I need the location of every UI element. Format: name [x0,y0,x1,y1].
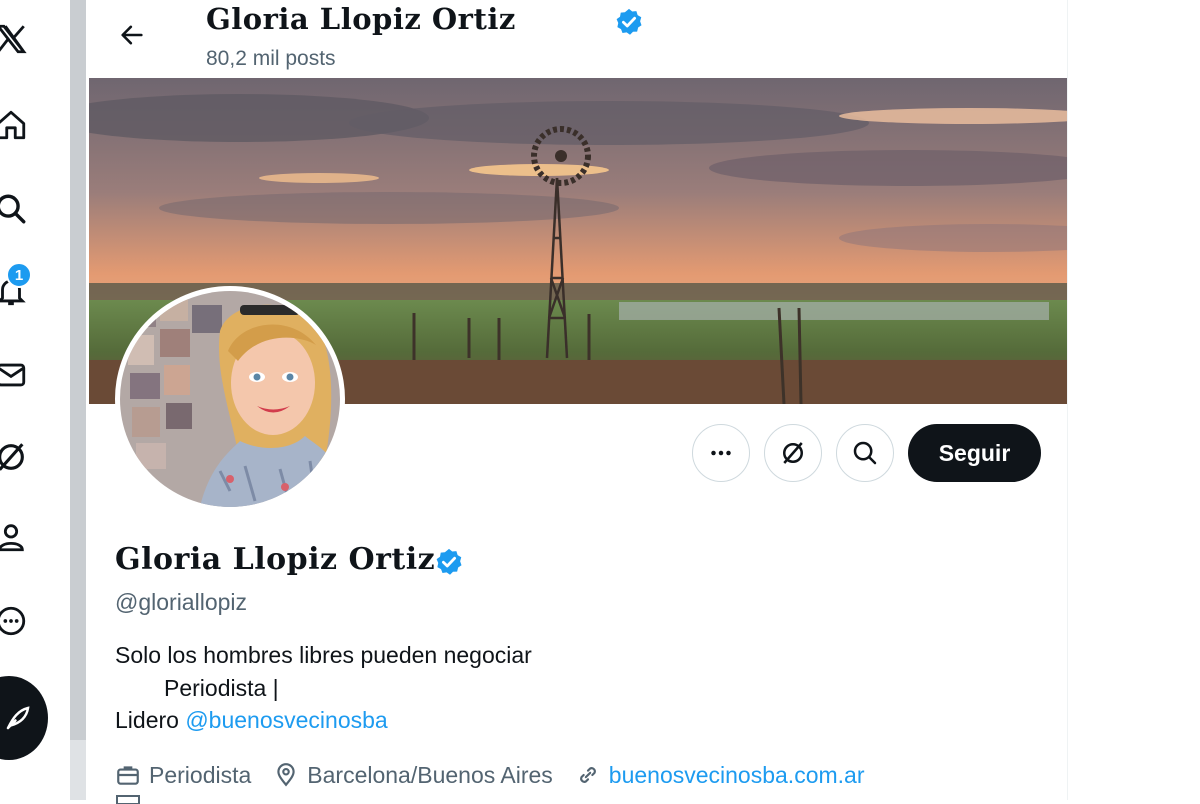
bio-line: Solo los hombres libres pueden negociar [115,642,532,668]
profession-label: Periodista [149,761,252,788]
header-profile-name: Gloria Llopiz Ortiz [206,2,516,36]
home-icon[interactable] [0,108,28,142]
bio-prefix: Lidero [115,707,186,733]
grok-icon[interactable] [0,440,28,474]
header-posts-count: 80,2 mil posts [206,47,336,70]
left-nav: 1 [0,0,70,800]
grok-profile-button[interactable] [764,424,822,482]
location-item: Barcelona/Buenos Aires [273,762,553,789]
profile-header-bar: Gloria Llopiz Ortiz 80,2 mil posts [87,0,1067,78]
verified-badge-icon [616,8,642,35]
more-circle-icon[interactable] [0,604,28,638]
scrollbar-thumb[interactable] [70,0,86,740]
location-label: Barcelona/Buenos Aires [307,761,553,788]
profile-handle: @gloriallopiz [115,589,248,615]
verified-badge-icon [436,548,462,575]
search-icon [853,441,877,465]
back-button[interactable] [113,16,151,54]
profile-avatar[interactable] [115,286,345,512]
feather-icon [6,706,30,730]
scrollbar-lower [70,740,86,800]
location-pin-icon [277,763,295,787]
profile-column: Gloria Llopiz Ortiz 80,2 mil posts Segui… [87,0,1068,804]
bio-mention-link[interactable]: @buenosvecinosba [185,707,387,733]
website-item: buenosvecinosba.com.ar [575,762,865,789]
notifications-badge: 1 [6,262,32,288]
calendar-icon [116,795,140,804]
bio-line: Periodista | [164,675,279,701]
x-logo-icon[interactable] [0,22,28,56]
website-link[interactable]: buenosvecinosba.com.ar [609,762,865,789]
compose-post-button[interactable] [0,676,48,760]
follow-button[interactable]: Seguir [908,424,1041,482]
link-icon [579,767,596,783]
briefcase-icon [117,766,139,785]
more-options-button[interactable] [692,424,750,482]
profile-name: Gloria Llopiz Ortiz [115,542,436,577]
search-profile-button[interactable] [836,424,894,482]
messages-envelope-icon[interactable] [0,358,28,392]
grok-icon [783,442,803,464]
profession-item: Periodista [115,762,251,789]
bio-line: Lidero @buenosvecinosba [115,707,388,734]
profile-meta-row: Periodista Barcelona/Buenos Aires buenos… [115,760,887,790]
explore-search-icon[interactable] [0,192,28,226]
profile-person-icon[interactable] [0,520,28,554]
ellipsis-icon [711,450,731,456]
arrow-left-icon [121,25,143,45]
